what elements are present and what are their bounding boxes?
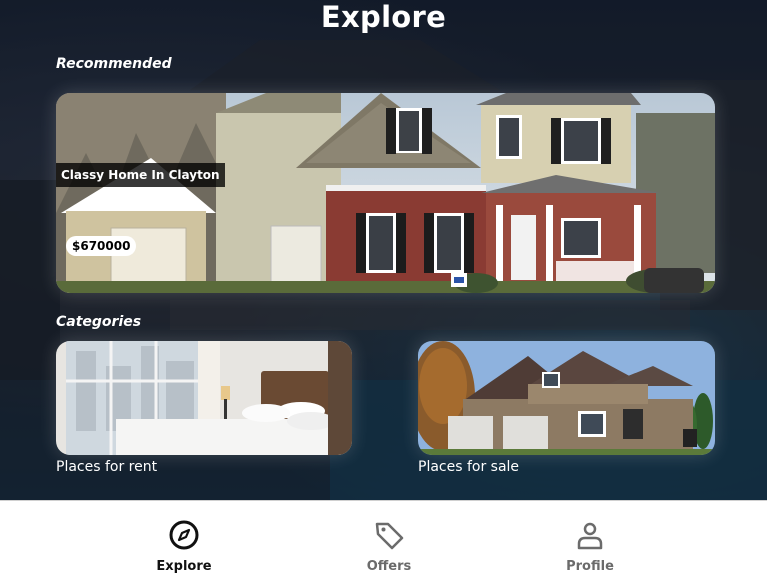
tab-explore-label: Explore [156,559,212,574]
tab-offers[interactable]: Offers [329,501,449,580]
bottom-tab-bar: Explore Offers Profile [0,500,767,580]
recommended-house-photo [56,93,715,293]
recommended-card[interactable] [56,93,715,293]
person-icon [574,519,606,551]
category-label-sale: Places for sale [418,459,520,475]
tab-explore[interactable]: Explore [124,501,244,580]
recommended-property-name: Classy Home In Clayton [56,163,225,187]
tab-profile[interactable]: Profile [530,501,650,580]
category-card-sale[interactable] [418,341,715,455]
tag-icon [373,519,405,551]
tab-profile-label: Profile [566,559,614,574]
page-title: Explore [320,0,447,34]
category-label-rent: Places for rent [56,459,158,475]
sale-house-photo [418,341,715,455]
rent-bedroom-photo [56,341,352,455]
compass-icon [168,519,200,551]
tab-offers-label: Offers [366,559,412,574]
recommended-heading: Recommended [56,56,172,72]
recommended-price-badge: $670000 [66,236,137,256]
category-card-rent[interactable] [56,341,352,455]
categories-heading: Categories [56,314,142,330]
